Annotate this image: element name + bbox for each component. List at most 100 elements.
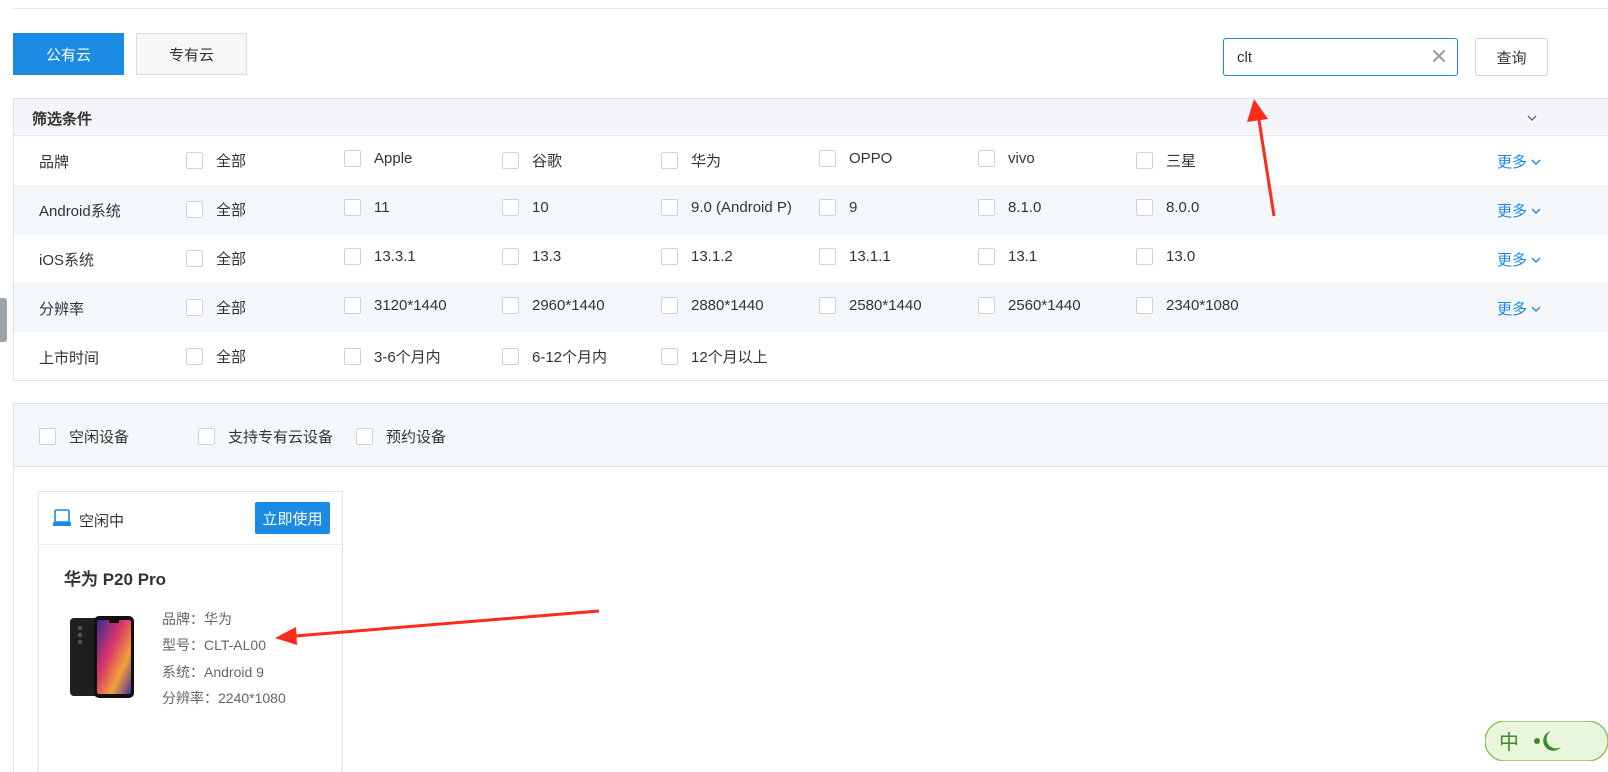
more-link[interactable]: 更多 (1497, 151, 1542, 172)
chevron-down-icon[interactable] (1525, 111, 1539, 125)
filter-option[interactable]: 13.0 (1136, 248, 1195, 265)
filter-checkbox[interactable] (978, 297, 995, 314)
use-now-button[interactable]: 立即使用 (255, 502, 330, 534)
filter-option[interactable]: 13.1 (978, 248, 1037, 265)
filter-option[interactable]: 12个月以上 (661, 346, 768, 367)
filter-checkbox[interactable] (1136, 152, 1153, 169)
filter-option[interactable]: 华为 (661, 150, 721, 171)
filter-checkbox[interactable] (186, 201, 203, 218)
filter-checkbox[interactable] (344, 248, 361, 265)
more-link[interactable]: 更多 (1497, 200, 1542, 221)
filter-option-label: 谷歌 (532, 153, 563, 170)
filter-option-label: 2560*1440 (1008, 297, 1081, 314)
filter-option[interactable]: 2960*1440 (502, 297, 605, 314)
device-filter-option[interactable]: 空闲设备 (39, 426, 129, 447)
filter-checkbox[interactable] (502, 348, 519, 365)
device-filter-option[interactable]: 预约设备 (356, 426, 446, 447)
filter-option[interactable]: 13.3.1 (344, 248, 416, 265)
filter-checkbox[interactable] (186, 299, 203, 316)
filter-checkbox[interactable] (502, 152, 519, 169)
filter-option[interactable]: 11 (344, 199, 390, 216)
filter-option[interactable]: 全部 (186, 346, 246, 367)
filter-option[interactable]: vivo (978, 150, 1035, 167)
filter-option[interactable]: Apple (344, 150, 412, 167)
search-input[interactable] (1224, 39, 1424, 75)
filter-checkbox[interactable] (1136, 248, 1153, 265)
filter-header[interactable]: 筛选条件 (14, 99, 1608, 136)
filter-option[interactable]: 10 (502, 199, 549, 216)
filter-checkbox[interactable] (819, 248, 836, 265)
filter-option[interactable]: 全部 (186, 297, 246, 318)
filter-option[interactable]: 2880*1440 (661, 297, 764, 314)
filter-checkbox[interactable] (978, 150, 995, 167)
filter-checkbox[interactable] (186, 152, 203, 169)
filter-checkbox[interactable] (661, 297, 678, 314)
more-link-label: 更多 (1497, 154, 1528, 171)
filter-option[interactable]: 2560*1440 (978, 297, 1081, 314)
device-filter-option[interactable]: 支持专有云设备 (198, 426, 333, 447)
filter-option[interactable]: 谷歌 (502, 150, 562, 171)
filter-option[interactable]: 3-6个月内 (344, 346, 441, 367)
filter-option[interactable]: 2340*1080 (1136, 297, 1239, 314)
spec-model: 型号：CLT-AL00 (162, 637, 266, 653)
filter-option[interactable]: 全部 (186, 150, 246, 171)
filter-option[interactable]: 全部 (186, 199, 246, 220)
device-card-header: 空闲中 立即使用 (39, 492, 342, 545)
filter-checkbox[interactable] (502, 248, 519, 265)
filter-option-label: 8.0.0 (1166, 199, 1200, 216)
filter-checkbox[interactable] (819, 199, 836, 216)
filter-option[interactable]: 13.1.2 (661, 248, 733, 265)
filter-option[interactable]: 全部 (186, 248, 246, 269)
device-filter-checkbox[interactable] (356, 428, 373, 445)
filter-checkbox[interactable] (819, 297, 836, 314)
filter-checkbox[interactable] (1136, 199, 1153, 216)
more-link[interactable]: 更多 (1497, 298, 1542, 319)
filter-option-label: 13.1 (1008, 248, 1038, 265)
filter-option[interactable]: 6-12个月内 (502, 346, 607, 367)
query-button[interactable]: 查询 (1475, 38, 1548, 76)
clear-icon[interactable] (1431, 48, 1447, 64)
filter-option[interactable]: 13.1.1 (819, 248, 891, 265)
filter-option[interactable]: 9 (819, 199, 857, 216)
filter-checkbox[interactable] (502, 199, 519, 216)
more-link[interactable]: 更多 (1497, 249, 1542, 270)
tab-private-cloud[interactable]: 专有云 (136, 33, 247, 75)
input-method-badge[interactable]: 中 (1485, 721, 1608, 761)
filter-checkbox[interactable] (344, 297, 361, 314)
filter-row-label: 品牌 (39, 154, 70, 171)
filter-checkbox[interactable] (978, 248, 995, 265)
filter-checkbox[interactable] (661, 248, 678, 265)
filter-option[interactable]: 13.3 (502, 248, 561, 265)
tab-public-cloud[interactable]: 公有云 (13, 33, 124, 75)
top-divider (13, 8, 1608, 9)
device-status-filters: 空闲设备 支持专有云设备 预约设备 (14, 404, 1608, 467)
filter-checkbox[interactable] (344, 348, 361, 365)
filter-option-label: 11 (374, 199, 390, 216)
filter-option[interactable]: OPPO (819, 150, 892, 167)
filter-checkbox[interactable] (978, 199, 995, 216)
filter-option[interactable]: 9.0 (Android P) (661, 199, 792, 216)
filter-checkbox[interactable] (186, 250, 203, 267)
filter-checkbox[interactable] (661, 152, 678, 169)
device-filter-checkbox[interactable] (198, 428, 215, 445)
filter-option[interactable]: 2580*1440 (819, 297, 922, 314)
filter-checkbox[interactable] (344, 199, 361, 216)
filter-checkbox[interactable] (502, 297, 519, 314)
filter-option-label: 9 (849, 199, 858, 216)
device-status: 空闲中 (79, 513, 125, 530)
device-filter-checkbox[interactable] (39, 428, 56, 445)
filter-checkbox[interactable] (1136, 297, 1153, 314)
filter-option[interactable]: 3120*1440 (344, 297, 447, 314)
filter-checkbox[interactable] (819, 150, 836, 167)
filter-checkbox[interactable] (661, 348, 678, 365)
filter-option[interactable]: 8.1.0 (978, 199, 1041, 216)
filter-option-label: 13.1.2 (691, 248, 733, 265)
filter-option[interactable]: 8.0.0 (1136, 199, 1199, 216)
filter-checkbox[interactable] (661, 199, 678, 216)
filter-option-label: 2340*1080 (1166, 297, 1239, 314)
filter-checkbox[interactable] (344, 150, 361, 167)
filter-option[interactable]: 三星 (1136, 150, 1196, 171)
filter-option-label: Apple (374, 150, 413, 167)
filter-checkbox[interactable] (186, 348, 203, 365)
side-collapse-tab[interactable] (0, 298, 7, 342)
